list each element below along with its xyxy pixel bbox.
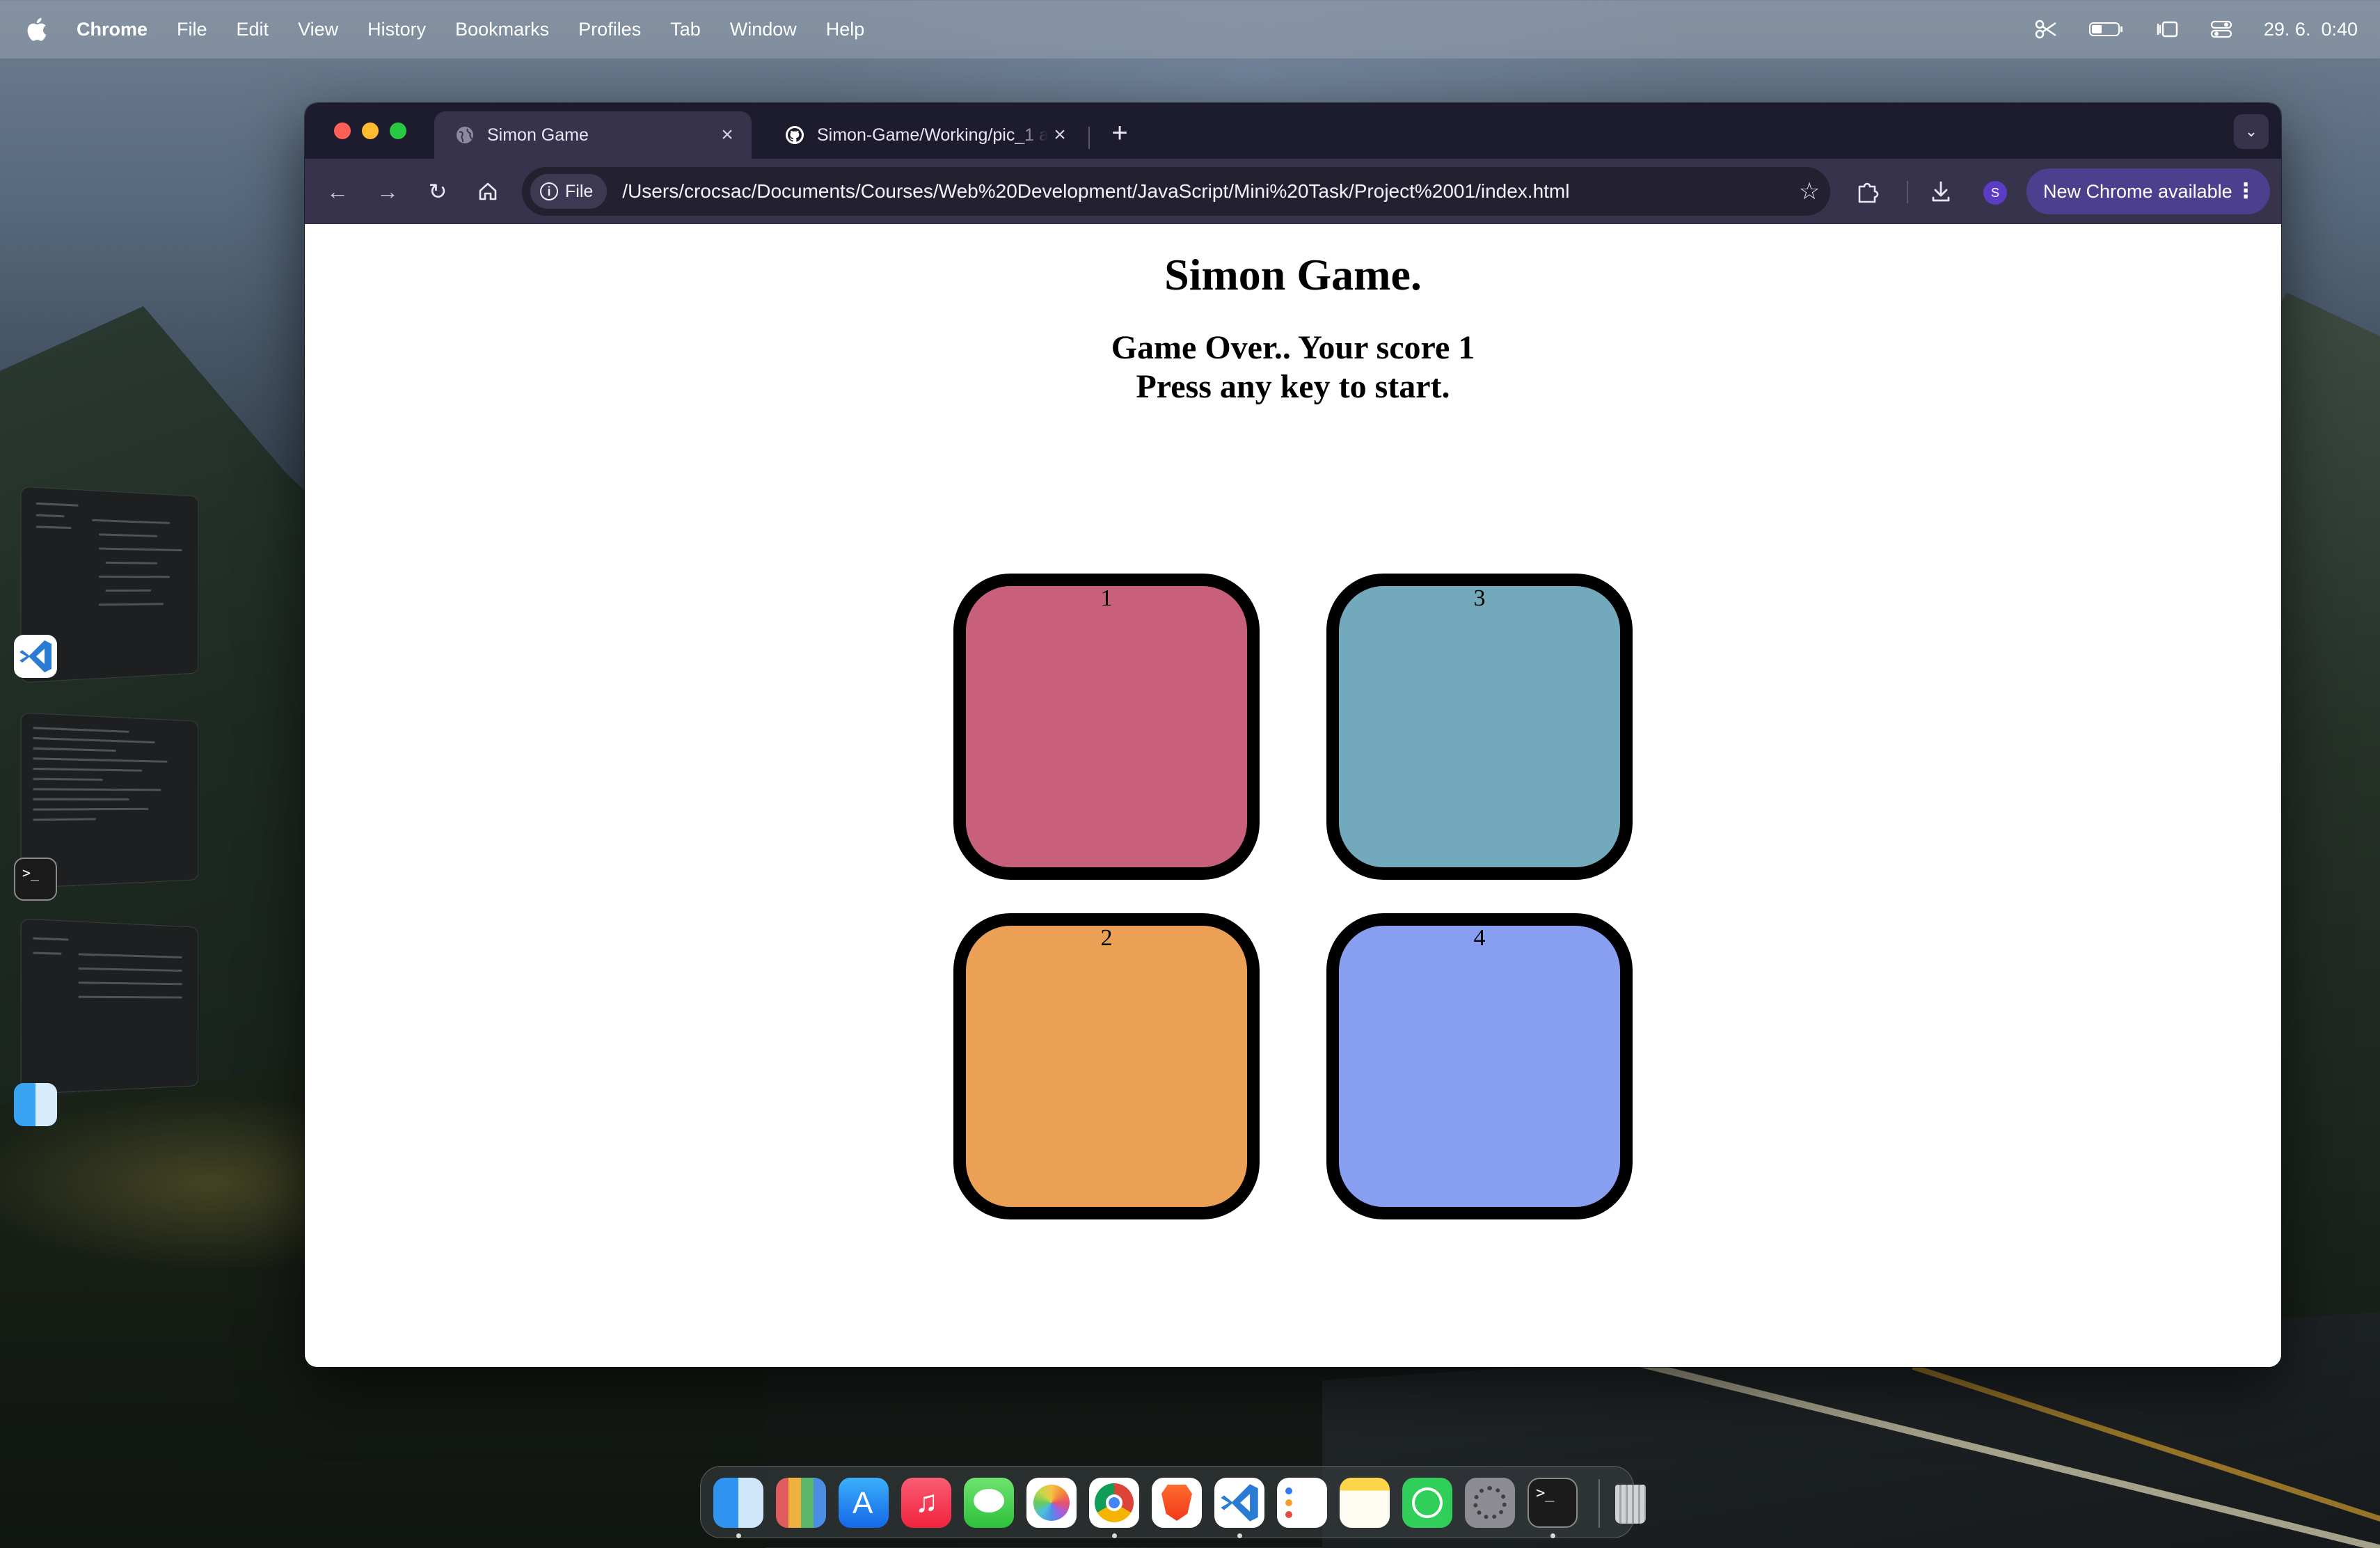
extensions-puzzle-icon[interactable] bbox=[1850, 174, 1885, 209]
github-icon bbox=[786, 126, 804, 144]
photos-dock-icon[interactable] bbox=[1026, 1478, 1077, 1528]
menu-window[interactable]: Window bbox=[730, 19, 797, 40]
chrome-dock-icon[interactable] bbox=[1089, 1478, 1139, 1528]
running-indicator bbox=[1550, 1533, 1555, 1538]
launchpad-dock-icon[interactable] bbox=[776, 1478, 826, 1528]
tab-title: Simon-Game/Working/pic_1 at main bbox=[817, 125, 1048, 145]
window-close-button[interactable] bbox=[334, 123, 351, 139]
running-indicator bbox=[1112, 1533, 1117, 1538]
tab-title: Simon Game bbox=[487, 125, 589, 145]
pad-label: 1 bbox=[1100, 585, 1113, 611]
tab-close-button[interactable]: × bbox=[1048, 123, 1072, 147]
menu-bar-clock[interactable]: 29. 6. 0:40 bbox=[2264, 19, 2358, 40]
menu-bar: Chrome File Edit View History Bookmarks … bbox=[0, 0, 2380, 58]
menu-help[interactable]: Help bbox=[826, 19, 865, 40]
app-store-dock-icon[interactable]: A bbox=[839, 1478, 889, 1528]
simon-pad-1[interactable]: 1 bbox=[953, 574, 1260, 880]
battery-icon[interactable] bbox=[2088, 19, 2125, 40]
forward-arrow-icon[interactable]: → bbox=[370, 174, 405, 209]
info-icon: i bbox=[540, 182, 558, 200]
music-dock-icon[interactable]: ♫ bbox=[901, 1478, 951, 1528]
menu-app-name[interactable]: Chrome bbox=[77, 19, 148, 40]
site-info-label: File bbox=[565, 181, 594, 201]
site-info-chip[interactable]: i File bbox=[530, 174, 608, 209]
address-bar[interactable]: i File /Users/crocsac/Documents/Courses/… bbox=[522, 167, 1830, 216]
menu-bookmarks[interactable]: Bookmarks bbox=[455, 19, 549, 40]
toolbar-separator bbox=[1907, 181, 1908, 203]
trash-dock-icon[interactable] bbox=[1608, 1478, 1650, 1528]
update-label: New Chrome available bbox=[2043, 180, 2232, 202]
profile-avatar[interactable]: S bbox=[1983, 181, 2007, 205]
menu-edit[interactable]: Edit bbox=[237, 19, 269, 40]
dock: A ♫ >_ bbox=[700, 1466, 1646, 1538]
simon-pad-4[interactable]: 4 bbox=[1326, 913, 1633, 1219]
whatsapp-dock-icon[interactable] bbox=[1402, 1478, 1452, 1528]
system-settings-dock-icon[interactable] bbox=[1465, 1478, 1515, 1528]
tab-simon-game[interactable]: Simon Game × bbox=[434, 111, 752, 159]
menu-file[interactable]: File bbox=[177, 19, 207, 40]
simon-pad-2[interactable]: 2 bbox=[953, 913, 1260, 1219]
tab-strip: Simon Game × Simon-Game/Working/pic_1 at… bbox=[305, 103, 2281, 159]
game-status-score: Game Over.. Your score 1 bbox=[1111, 329, 1475, 366]
notes-dock-icon[interactable] bbox=[1340, 1478, 1390, 1528]
apple-logo-icon[interactable] bbox=[26, 17, 47, 41]
kebab-menu-icon[interactable]: ⋮ bbox=[2235, 168, 2256, 214]
stage-manager-finder-thumbnail[interactable] bbox=[20, 918, 199, 1095]
reminders-dock-icon[interactable] bbox=[1277, 1478, 1327, 1528]
finder-dock-icon[interactable] bbox=[713, 1478, 763, 1528]
tab-close-button[interactable]: × bbox=[715, 123, 739, 147]
brave-dock-icon[interactable] bbox=[1152, 1478, 1202, 1528]
tab-github[interactable]: Simon-Game/Working/pic_1 at main × bbox=[764, 111, 1084, 159]
home-icon[interactable] bbox=[470, 174, 505, 209]
finder-app-icon[interactable] bbox=[14, 1083, 57, 1126]
vscode-app-icon[interactable] bbox=[14, 635, 57, 678]
menu-profiles[interactable]: Profiles bbox=[578, 19, 641, 40]
stage-manager-icon[interactable] bbox=[2155, 19, 2179, 40]
url-text[interactable]: /Users/crocsac/Documents/Courses/Web%20D… bbox=[622, 180, 1788, 203]
game-status-instruction: Press any key to start. bbox=[1136, 368, 1450, 405]
tab-separator bbox=[1088, 127, 1090, 149]
window-minimize-button[interactable] bbox=[362, 123, 379, 139]
web-page: Simon Game. Game Over.. Your score 1 Pre… bbox=[305, 224, 2281, 1367]
download-icon[interactable] bbox=[1923, 174, 1958, 209]
chrome-window: Simon Game × Simon-Game/Working/pic_1 at… bbox=[305, 103, 2281, 1367]
simon-pad-3[interactable]: 3 bbox=[1326, 574, 1633, 880]
vscode-dock-icon[interactable] bbox=[1214, 1478, 1264, 1528]
new-tab-button[interactable]: + bbox=[1102, 116, 1137, 150]
back-arrow-icon[interactable]: ← bbox=[320, 174, 355, 209]
window-zoom-button[interactable] bbox=[390, 123, 406, 139]
new-chrome-available-button[interactable]: New Chrome available ⋮ bbox=[2026, 168, 2270, 214]
dock-separator bbox=[1598, 1479, 1600, 1528]
game-status: Game Over.. Your score 1 Press any key t… bbox=[305, 329, 2281, 406]
pad-label: 2 bbox=[1100, 925, 1113, 951]
terminal-dock-icon[interactable]: >_ bbox=[1528, 1478, 1578, 1528]
menu-history[interactable]: History bbox=[367, 19, 426, 40]
running-indicator bbox=[736, 1533, 741, 1538]
globe-icon bbox=[457, 127, 473, 143]
running-indicator bbox=[1237, 1533, 1242, 1538]
menu-tab[interactable]: Tab bbox=[670, 19, 701, 40]
bookmark-star-icon[interactable]: ☆ bbox=[1788, 177, 1830, 205]
pad-label: 3 bbox=[1473, 585, 1486, 611]
scissors-icon[interactable] bbox=[2034, 19, 2058, 40]
menu-bar-status-area: 29. 6. 0:40 bbox=[2034, 0, 2358, 58]
tab-search-chevron-icon[interactable]: ⌄ bbox=[2234, 114, 2269, 149]
menu-view[interactable]: View bbox=[298, 19, 338, 40]
pad-label: 4 bbox=[1473, 925, 1486, 951]
messages-dock-icon[interactable] bbox=[964, 1478, 1014, 1528]
terminal-app-icon[interactable]: >_ bbox=[14, 858, 57, 901]
control-center-icon[interactable] bbox=[2210, 19, 2233, 40]
reload-icon[interactable]: ↻ bbox=[420, 174, 455, 209]
page-title: Simon Game. bbox=[1164, 250, 1422, 299]
browser-toolbar: ← → ↻ i File /Users/crocsac/Documents/Co… bbox=[305, 159, 2281, 224]
